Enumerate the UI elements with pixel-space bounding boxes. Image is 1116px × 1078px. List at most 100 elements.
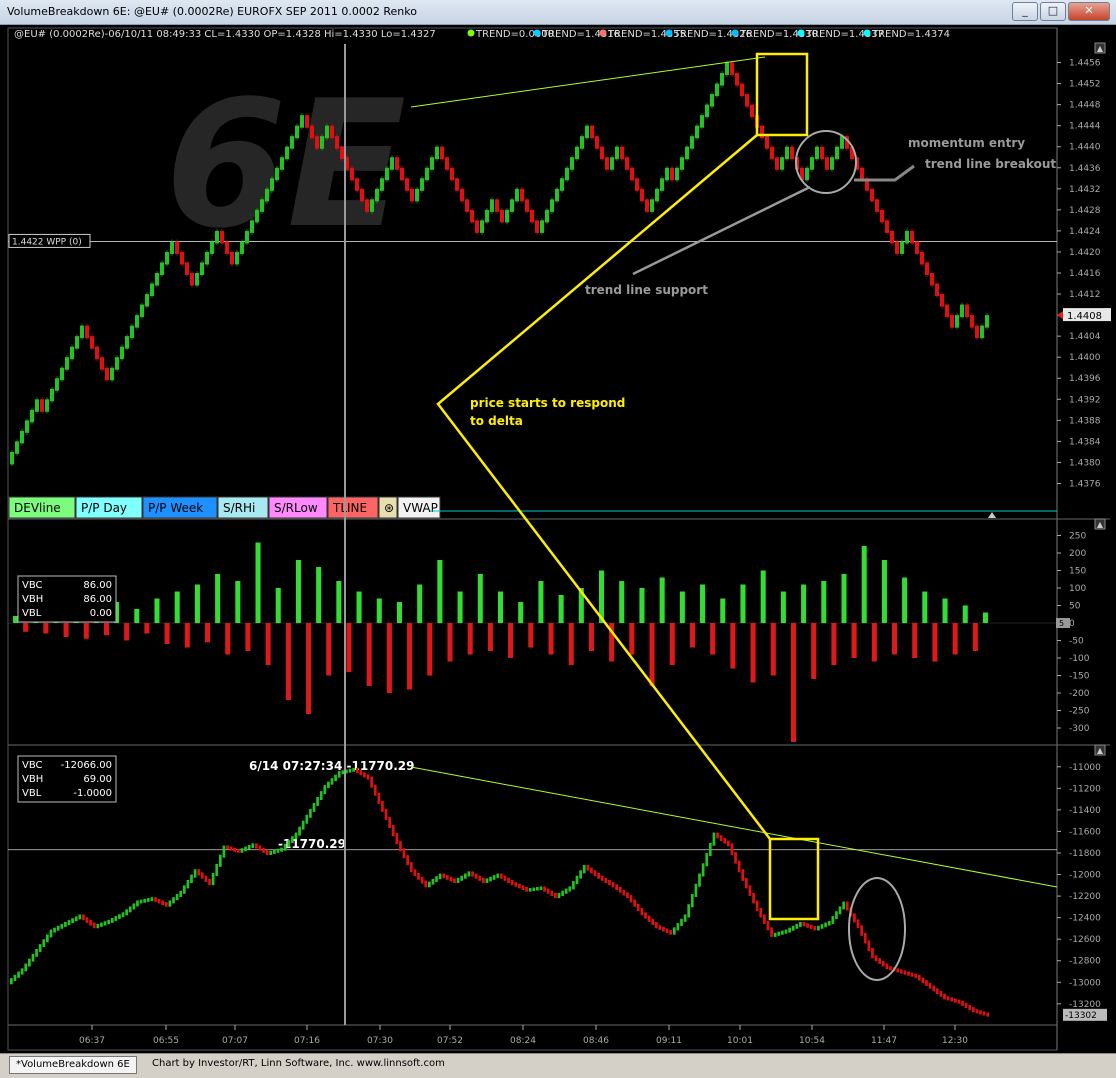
cum-candle <box>103 921 107 926</box>
cum-candle <box>784 929 788 934</box>
cum-candle <box>532 887 536 892</box>
price-tick-label: 1.4456 <box>1069 59 1101 69</box>
cum-candle <box>391 825 395 837</box>
delta-bar <box>43 623 49 634</box>
cum-candle <box>845 901 849 911</box>
delta-tick-label: -100 <box>1069 654 1090 664</box>
delta-bar <box>134 609 140 623</box>
cum-candle <box>341 770 345 775</box>
trend-line-breakout-label: trend line breakout <box>925 157 1056 171</box>
pane-button-label: ⊛ <box>384 501 394 515</box>
pane-collapse-icon: ▲ <box>1097 44 1104 53</box>
delta-bar <box>295 560 301 623</box>
wpp-label: 1.4422 WPP (0) <box>12 237 82 247</box>
price-tick-label: 1.4440 <box>1069 143 1101 153</box>
cum-candle <box>658 925 662 930</box>
cum-candle <box>665 928 669 934</box>
cum-candle <box>247 844 251 850</box>
cum-candle <box>150 897 154 902</box>
legend-key: VBH <box>22 594 43 605</box>
delta-bar <box>164 623 170 644</box>
cum-candle <box>305 814 309 824</box>
cum-candle <box>957 999 961 1004</box>
cum-candle <box>896 968 900 973</box>
cum-candle <box>312 802 316 812</box>
cum-candle <box>842 901 845 910</box>
delta-bar <box>215 574 221 623</box>
delta-bar <box>548 623 554 655</box>
delta-tick-label: 50 <box>1069 602 1081 612</box>
delta-bar <box>407 623 413 690</box>
cum-candle <box>359 770 363 776</box>
cum-candle <box>262 847 265 853</box>
cum-candle <box>543 886 546 892</box>
delta-bar <box>366 623 372 686</box>
cum-candle <box>10 978 13 985</box>
cum-candle <box>874 955 878 962</box>
time-tick-label: 07:16 <box>294 1036 320 1046</box>
delta-bar <box>518 602 524 623</box>
trend-dot <box>599 29 607 37</box>
cum-candle <box>226 845 229 850</box>
cum-candle <box>917 974 921 981</box>
cum-candle <box>986 1012 990 1017</box>
delta-tick-label: 100 <box>1069 584 1086 594</box>
cum-candle <box>907 971 910 976</box>
time-tick-label: 07:07 <box>222 1036 248 1046</box>
delta-bar <box>487 623 493 651</box>
last-price-marker <box>1057 311 1063 320</box>
chart-tab[interactable]: *VolumeBreakdown 6E <box>9 1056 137 1074</box>
trend-dot <box>467 29 475 37</box>
delta-bar <box>700 584 706 623</box>
cum-candle <box>579 870 582 879</box>
delta-tick-label: -250 <box>1069 707 1090 717</box>
delta-bar <box>912 623 918 658</box>
cum-candle <box>604 877 608 883</box>
cum-candle <box>705 853 709 867</box>
cum-candle <box>928 982 932 989</box>
cum-candle <box>881 960 885 967</box>
legend-key: VBC <box>22 580 43 591</box>
delta-bar <box>528 623 534 648</box>
price-tick-label: 1.4404 <box>1069 332 1101 342</box>
cum-candle <box>608 879 611 886</box>
legend-value: 86.00 <box>83 580 112 591</box>
cum-candle <box>53 927 56 933</box>
cum-candle <box>672 927 676 935</box>
pane-button-label: P/P Day <box>81 501 127 515</box>
cum-candle <box>24 963 28 972</box>
cum-candle <box>46 934 49 943</box>
pane-button-label: DEVline <box>14 501 61 515</box>
price-tick-label: 1.4428 <box>1069 206 1101 216</box>
pane-button-label: P/P Week <box>148 501 203 515</box>
cum-candle <box>669 930 673 935</box>
cum-candle <box>381 800 384 812</box>
cum-candle <box>979 1010 982 1015</box>
cum-candle <box>572 881 575 890</box>
trend-dot <box>863 29 871 37</box>
cum-candle <box>71 918 74 924</box>
delta-bar <box>13 616 19 623</box>
cum-candle <box>164 902 168 907</box>
last-price-label: 1.4408 <box>1067 311 1102 322</box>
price-tick-label: 1.4444 <box>1069 122 1101 132</box>
delta-tick-label: -300 <box>1069 724 1090 734</box>
legend-value: 86.00 <box>83 594 112 605</box>
chart-area[interactable]: 6E @EU# (0.0002Re)-06/10/11 08:49:33 CL=1… <box>0 0 1116 1053</box>
delta-bar <box>821 581 827 623</box>
cum-candle <box>146 898 150 902</box>
cum-candle <box>276 848 280 853</box>
cum-candle <box>17 971 20 978</box>
cum-candle <box>835 911 838 920</box>
delta-bar <box>23 623 29 632</box>
cum-candle <box>435 876 438 882</box>
delta-tick-label: 150 <box>1069 567 1086 577</box>
delta-bar <box>316 567 322 623</box>
cum-candle <box>539 886 543 890</box>
price-tick-label: 1.4432 <box>1069 185 1101 195</box>
delta-bar <box>255 542 261 623</box>
cum-candle <box>327 781 330 789</box>
cum-candle <box>982 1011 986 1016</box>
cum-tick-label: -13000 <box>1069 978 1101 988</box>
time-tick-label: 06:37 <box>79 1036 105 1046</box>
